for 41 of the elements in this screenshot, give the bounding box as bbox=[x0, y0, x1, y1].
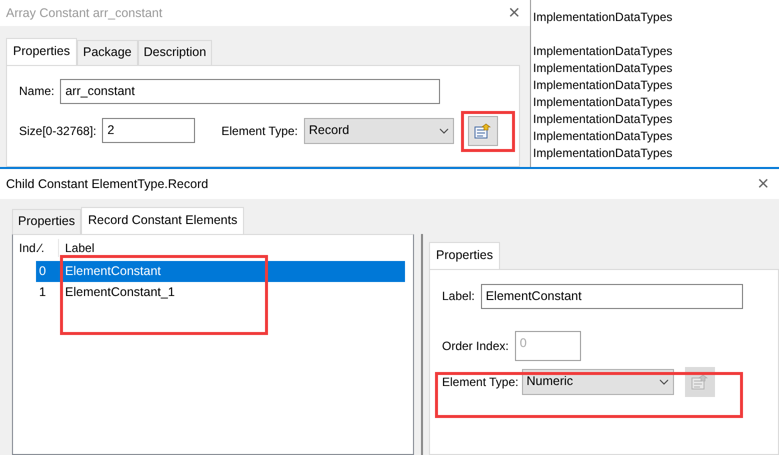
window-title: Array Constant arr_constant bbox=[6, 4, 162, 22]
field-label: Label: bbox=[442, 288, 475, 305]
label-text: ElementConstant_1 bbox=[65, 284, 175, 301]
index-text: 1 bbox=[38, 284, 47, 301]
tab[interactable]: Record Constant Elements bbox=[80, 207, 244, 234]
edit-type-button[interactable] bbox=[468, 116, 498, 146]
list-item[interactable]: ImplementationDataTypes bbox=[533, 60, 779, 77]
form-icon bbox=[474, 122, 492, 139]
list-row[interactable]: 0 ElementConstant bbox=[36, 260, 405, 282]
tab[interactable]: Properties bbox=[6, 38, 77, 65]
list-item[interactable]: ImplementationDataTypes bbox=[533, 111, 779, 128]
index-text: 0 bbox=[38, 262, 47, 280]
list-item[interactable]: ImplementationDataTypes bbox=[533, 9, 779, 26]
tab[interactable]: Package bbox=[76, 40, 138, 65]
element-type-dropdown[interactable]: Record bbox=[304, 118, 454, 144]
close-button[interactable]: × bbox=[504, 3, 524, 23]
order-index-field: 0 bbox=[514, 330, 581, 360]
field-label: Element Type: bbox=[221, 122, 298, 140]
label-field[interactable]: ElementConstant bbox=[480, 284, 743, 308]
field-label: Name: bbox=[19, 83, 54, 100]
label-text: ElementConstant bbox=[65, 262, 161, 280]
close-button[interactable]: × bbox=[753, 174, 773, 194]
window-title: Child Constant ElementType.Record bbox=[6, 176, 208, 193]
column-header[interactable]: Ind.⁄. bbox=[13, 238, 59, 257]
column-header[interactable]: Label bbox=[59, 238, 100, 257]
tab[interactable]: Description bbox=[138, 40, 212, 65]
tab[interactable]: Properties bbox=[12, 209, 81, 234]
field-label: Order Index: bbox=[442, 338, 509, 354]
list-row[interactable]: 1 ElementConstant_1 bbox=[36, 282, 405, 303]
name-field[interactable]: arr_constant bbox=[60, 78, 440, 104]
field-label: Element Type: bbox=[442, 374, 518, 390]
list-item[interactable]: ImplementationDataTypes bbox=[533, 128, 779, 145]
field-label: Size[0-32768]: bbox=[19, 122, 96, 140]
list-item[interactable]: ImplementationDataTypes bbox=[533, 94, 779, 111]
highlight-box bbox=[461, 111, 515, 152]
tab[interactable]: Properties bbox=[429, 242, 500, 268]
list-item[interactable]: ImplementationDataTypes bbox=[533, 145, 779, 162]
list-item[interactable]: ImplementationDataTypes bbox=[533, 77, 779, 94]
size-field[interactable]: 2 bbox=[102, 118, 196, 144]
list-item[interactable]: ImplementationDataTypes bbox=[533, 43, 779, 60]
form-icon bbox=[690, 374, 708, 390]
